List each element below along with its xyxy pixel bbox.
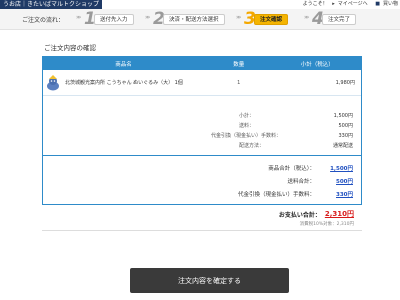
summary-line: 代金引換（現金払い）手数料： 330円 [43, 130, 353, 140]
summary-label: 送料： [239, 122, 255, 129]
total-line: 送料合計： 500円 [287, 176, 353, 185]
section-title: ご注文内容の確認 [44, 44, 96, 52]
step-number: 4 [312, 9, 324, 29]
totals-box: 商品合計（税込）： 1,500円 送料合計： 500円 代金引換（現金払い）手数… [42, 155, 362, 205]
step-1: 1 送付先入力 [84, 9, 134, 29]
step-label: 決済・配送方法選択 [163, 14, 225, 25]
product-thumbnail[interactable] [45, 74, 61, 91]
total-line: 代金引換（現金払い）手数料： 330円 [238, 189, 353, 198]
order-summary: 小計： 1,500円 送料： 500円 代金引換（現金払い）手数料： 330円 … [43, 96, 361, 156]
step-3: 3 注文確認 [244, 9, 289, 29]
chevron-icon: »» [236, 14, 242, 21]
chevron-icon: »» [76, 14, 82, 21]
product-qty: 1 [237, 79, 241, 86]
total-label: 送料合計： [287, 178, 315, 185]
flow-label: ご注文の流れ： [22, 17, 65, 24]
total-value: 330円 [336, 191, 353, 198]
step-4: 4 注文完了 [312, 9, 357, 29]
top-links: ようこそ！ ▸ マイページへ ■ 買い物 [300, 0, 398, 9]
shop-logo[interactable]: うお店｜きたいばマルトクショップ [0, 0, 103, 9]
order-steps: ご注文の流れ： »» 1 送付先入力 »» 2 決済・配送方法選択 »» 3 注… [0, 9, 400, 30]
chevron-icon: »» [304, 14, 310, 21]
column-header-subtotal: 小計（税込） [300, 61, 334, 68]
summary-label: 配送方法： [239, 142, 265, 149]
summary-value: 330円 [338, 132, 353, 139]
summary-line: 送料： 500円 [43, 120, 353, 130]
step-label: 注文完了 [322, 14, 357, 25]
order-table: 商品名 数量 小計（税込） 北茨城観光案内所 こうちゃん ぬいぐるみ（大） 1個… [42, 56, 362, 157]
table-header: 商品名 数量 小計（税込） [43, 57, 361, 70]
column-header-qty: 数量 [233, 61, 245, 68]
step-2: 2 決済・配送方法選択 [153, 9, 225, 29]
mypage-link[interactable]: ▸ マイページへ [332, 1, 367, 7]
step-number: 3 [244, 9, 256, 29]
total-line: 商品合計（税込）： 1,500円 [268, 163, 353, 172]
cart-icon: ■ [375, 1, 380, 7]
product-name[interactable]: 北茨城観光案内所 こうちゃん ぬいぐるみ（大） 1個 [65, 79, 183, 86]
total-label: 商品合計（税込）： [268, 165, 315, 172]
welcome-text: ようこそ！ [302, 1, 328, 7]
chevron-icon: »» [145, 14, 151, 21]
summary-label: 代金引換（現金払い）手数料： [211, 132, 282, 139]
summary-value: 1,500円 [333, 112, 353, 119]
summary-value: 通常配送 [332, 142, 353, 149]
step-label: 送付先入力 [94, 14, 134, 25]
confirm-order-button[interactable]: 注文内容を確定する [130, 268, 289, 293]
cart-link[interactable]: ■ 買い物 [372, 1, 398, 7]
top-bar: うお店｜きたいばマルトクショップ ようこそ！ ▸ マイページへ ■ 買い物 [0, 0, 400, 9]
payment-total: お支払い合計： 2,310円 [279, 209, 354, 219]
table-row: 北茨城観光案内所 こうちゃん ぬいぐるみ（大） 1個 1 1,980円 [43, 70, 361, 96]
payment-total-box: お支払い合計： 2,310円 消費税10%対象：2,310円 [42, 205, 362, 231]
payment-total-value: 2,310円 [324, 210, 354, 218]
summary-label: 小計： [239, 112, 255, 119]
total-value: 1,500円 [330, 165, 353, 172]
total-value: 500円 [336, 178, 353, 185]
tax-note: 消費税10%対象：2,310円 [299, 222, 354, 227]
summary-line: 配送方法： 通常配送 [43, 140, 353, 150]
step-number: 1 [84, 9, 96, 29]
payment-total-label: お支払い合計： [278, 211, 321, 219]
summary-line: 小計： 1,500円 [43, 110, 353, 120]
step-label: 注文確認 [254, 14, 289, 25]
summary-value: 500円 [338, 122, 353, 129]
column-header-name: 商品名 [115, 61, 132, 68]
step-number: 2 [153, 9, 165, 29]
product-subtotal: 1,980円 [335, 80, 355, 86]
total-label: 代金引換（現金払い）手数料： [237, 191, 315, 198]
